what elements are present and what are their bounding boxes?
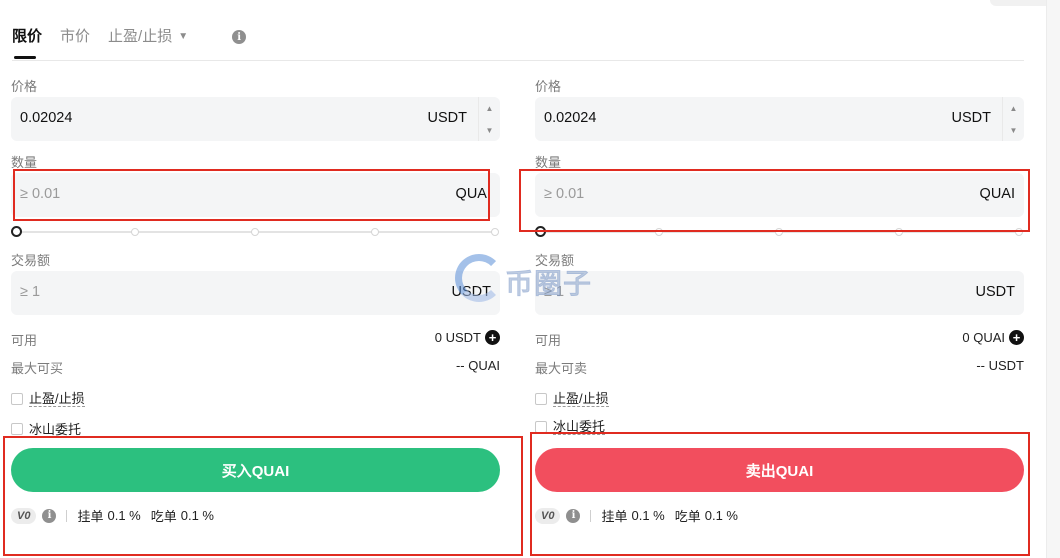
buy-max-label: 最大可买 <box>11 361 64 376</box>
slider-tick[interactable] <box>251 228 259 236</box>
annotation-box <box>530 432 1030 556</box>
slider-tick[interactable] <box>491 228 499 236</box>
buy-max-row: 最大可买 -- QUAI <box>11 358 500 377</box>
scrollbar[interactable] <box>1046 0 1060 558</box>
buy-amount-placeholder: ≥ 1 <box>20 284 41 300</box>
sell-max-label: 最大可卖 <box>535 361 588 376</box>
annotation-box <box>3 436 523 556</box>
sell-max-value: -- USDT <box>976 358 1024 373</box>
add-funds-icon[interactable]: + <box>485 330 500 345</box>
buy-tpsl-checkbox[interactable]: 止盈/止损 <box>11 391 85 407</box>
sell-amount-unit: USDT <box>975 284 1015 300</box>
annotation-box <box>519 169 1030 232</box>
buy-max-value: -- QUAI <box>455 358 500 373</box>
slider-tick[interactable] <box>371 228 379 236</box>
buy-price-stepper: ▲ ▼ <box>478 97 500 141</box>
watermark-ring-icon <box>455 254 503 302</box>
sell-price-label: 价格 <box>535 79 562 94</box>
slider-handle[interactable] <box>11 226 22 237</box>
watermark-text: 币圈子 <box>504 267 593 301</box>
sell-max-row: 最大可卖 -- USDT <box>535 358 1024 377</box>
buy-price-input[interactable]: 0.02024 USDT ▲ ▼ <box>11 97 500 141</box>
buy-price-label: 价格 <box>11 79 38 94</box>
stepper-down-icon[interactable]: ▼ <box>1003 119 1024 141</box>
buy-available-value: 0 USDT <box>434 330 481 345</box>
checkbox-icon[interactable] <box>11 422 23 435</box>
sell-available-label: 可用 <box>535 333 562 348</box>
sell-amount-input[interactable]: ≥ 1 USDT <box>535 271 1024 315</box>
buy-price-unit: USDT <box>427 110 467 126</box>
buy-percent-slider[interactable] <box>11 225 500 239</box>
buy-price-value: 0.02024 <box>20 110 73 126</box>
slider-tick[interactable] <box>131 228 139 236</box>
buy-amount-input[interactable]: ≥ 1 USDT <box>11 271 500 315</box>
stepper-up-icon[interactable]: ▲ <box>479 97 500 119</box>
sell-price-value: 0.02024 <box>544 110 597 126</box>
checkbox-icon[interactable] <box>11 393 23 405</box>
sell-tpsl-checkbox[interactable]: 止盈/止损 <box>535 391 609 407</box>
buy-tpsl-label: 止盈/止损 <box>29 391 85 407</box>
sell-price-stepper: ▲ ▼ <box>1002 97 1024 141</box>
sell-price-input[interactable]: 0.02024 USDT ▲ ▼ <box>535 97 1024 141</box>
sell-available-row: 可用 0 QUAI + <box>535 330 1024 349</box>
sell-tpsl-label: 止盈/止损 <box>553 391 609 407</box>
add-funds-icon[interactable]: + <box>1009 330 1024 345</box>
stepper-up-icon[interactable]: ▲ <box>1003 97 1024 119</box>
buy-available-label: 可用 <box>11 333 38 348</box>
checkbox-icon[interactable] <box>535 393 547 405</box>
watermark-logo: 币圈子 <box>455 248 605 308</box>
buy-amount-label: 交易额 <box>11 253 51 268</box>
sell-available-value: 0 QUAI <box>962 330 1005 345</box>
buy-available-row: 可用 0 USDT + <box>11 330 500 349</box>
sell-price-unit: USDT <box>951 110 991 126</box>
annotation-box <box>13 169 490 221</box>
stepper-down-icon[interactable]: ▼ <box>479 119 500 141</box>
